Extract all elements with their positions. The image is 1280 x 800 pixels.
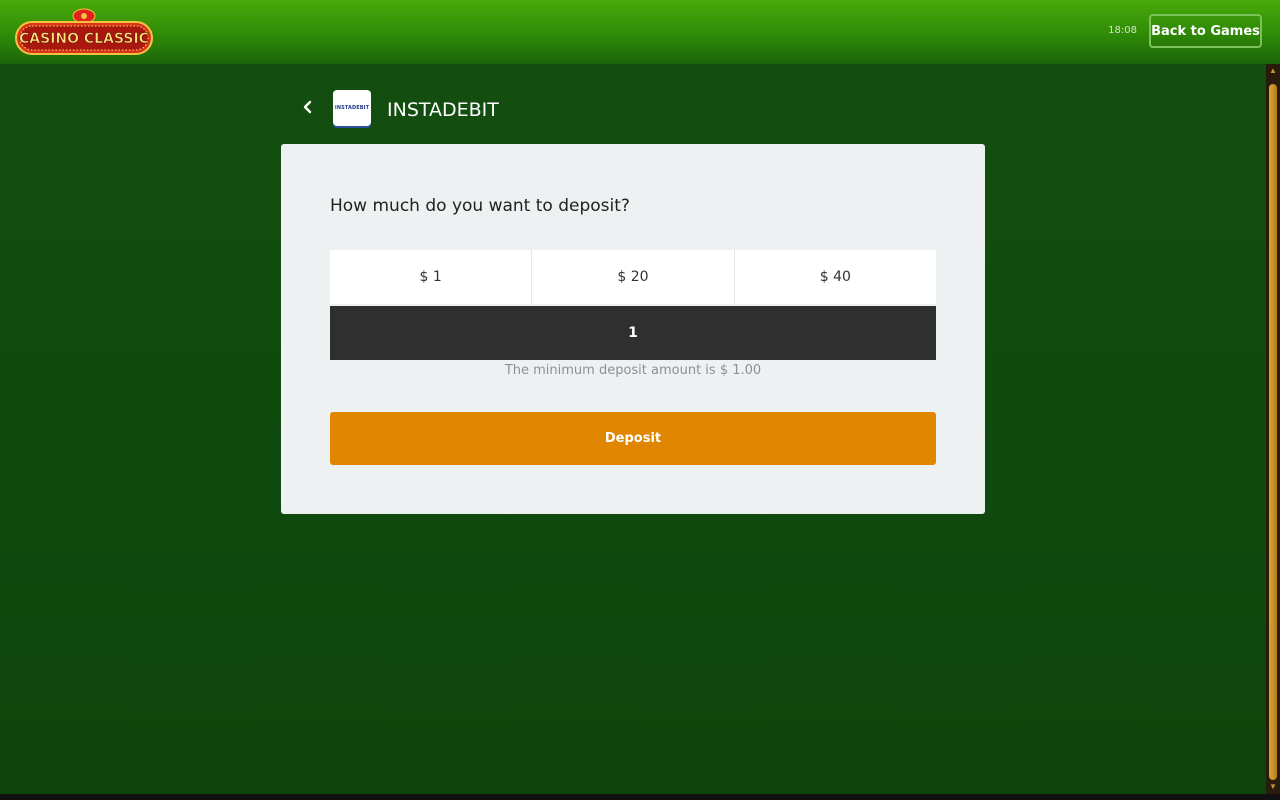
- amount-option-20[interactable]: $ 20: [532, 250, 735, 304]
- chevron-left-icon: [303, 100, 312, 114]
- deposit-question: How much do you want to deposit?: [330, 196, 630, 216]
- back-to-games-button[interactable]: Back to Games: [1149, 14, 1262, 48]
- scroll-thumb[interactable]: [1269, 84, 1277, 780]
- deposit-button[interactable]: Deposit: [330, 412, 936, 465]
- top-header: CASINO CLASSIC 18:08 Back to Games: [0, 0, 1280, 64]
- deposit-card: How much do you want to deposit? $ 1 $ 2…: [281, 144, 985, 514]
- back-chevron-icon[interactable]: [298, 97, 318, 117]
- scroll-down-icon[interactable]: ▼: [1268, 782, 1278, 792]
- quick-amounts: $ 1 $ 20 $ 40: [330, 250, 936, 304]
- casino-classic-logo[interactable]: CASINO CLASSIC: [14, 8, 154, 56]
- scrollbar[interactable]: ▲ ▼: [1266, 64, 1280, 794]
- clock-time: 18:08: [1108, 25, 1137, 36]
- bottom-strip: [0, 794, 1280, 800]
- logo-icon: CASINO CLASSIC: [15, 8, 153, 55]
- scroll-up-icon[interactable]: ▲: [1268, 66, 1278, 76]
- payment-method-title: INSTADEBIT: [387, 99, 499, 121]
- payment-method-logo: INSTADEBIT: [333, 90, 371, 126]
- logo-text: CASINO CLASSIC: [19, 31, 149, 47]
- amount-option-1[interactable]: $ 1: [330, 250, 533, 304]
- minimum-deposit-note: The minimum deposit amount is $ 1.00: [504, 363, 762, 378]
- deposit-amount-input[interactable]: [330, 306, 936, 360]
- amount-option-40[interactable]: $ 40: [735, 250, 936, 304]
- method-logo-text: INSTADEBIT: [334, 105, 370, 111]
